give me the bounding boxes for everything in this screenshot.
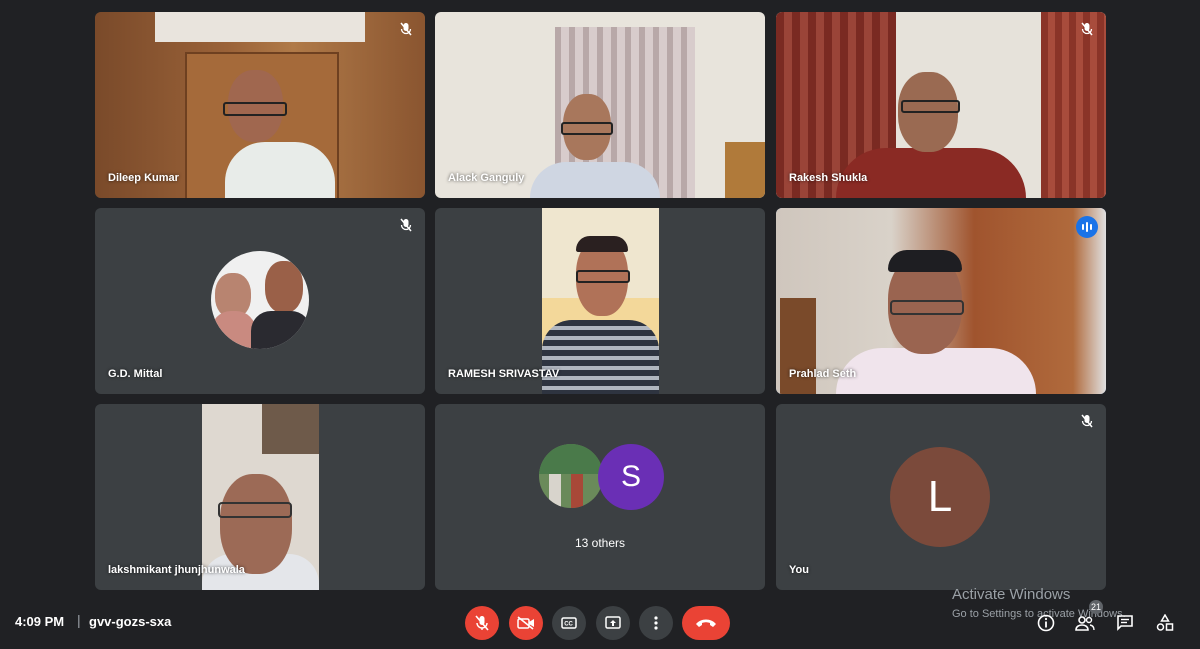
end-call-icon (696, 619, 716, 627)
video-feed (542, 208, 659, 394)
video-feed (202, 404, 319, 590)
video-feed (95, 12, 425, 198)
video-feed (776, 208, 1106, 394)
participant-photo (539, 444, 603, 508)
avatar-l: L (890, 447, 990, 547)
participant-tile-ramesh-srivastav[interactable]: RAMESH SRIVASTAV (435, 208, 765, 394)
video-feed (435, 12, 765, 198)
video-feed (776, 12, 1106, 198)
mic-off-icon (1078, 20, 1096, 38)
captions-icon: CC (561, 617, 577, 629)
activities-icon (1156, 614, 1174, 631)
camera-off-icon (517, 616, 534, 630)
participant-name: You (789, 564, 809, 576)
participant-tile-you[interactable]: L You (776, 404, 1106, 590)
meeting-details-button[interactable] (1035, 612, 1057, 634)
camera-toggle-button[interactable] (509, 606, 543, 640)
participant-tile-gd-mittal[interactable]: G.D. Mittal (95, 208, 425, 394)
end-call-button[interactable] (682, 606, 730, 640)
participant-count-badge: 21 (1089, 600, 1103, 614)
participant-name: lakshmikant jhunjhunwala (108, 564, 245, 576)
participant-tile-others[interactable]: S 13 others (435, 404, 765, 590)
meeting-time: 4:09 PM (15, 614, 65, 629)
mic-off-icon (1078, 412, 1096, 430)
more-options-icon (654, 616, 658, 630)
participant-name: Rakesh Shukla (789, 172, 868, 184)
others-count-label: 13 others (574, 536, 626, 550)
meeting-code: gvv-gozs-sxa (89, 614, 172, 629)
participant-photo (211, 251, 309, 349)
participant-tile-lakshmikant-jhunjhunwala[interactable]: lakshmikant jhunjhunwala (95, 404, 425, 590)
chat-button[interactable] (1114, 612, 1136, 634)
avatar-letter: S (620, 460, 641, 493)
mic-off-icon (397, 216, 415, 234)
captions-button[interactable]: CC (552, 606, 586, 640)
speaking-indicator-icon (1076, 216, 1098, 238)
participant-name: RAMESH SRIVASTAV (448, 368, 560, 380)
present-button[interactable] (596, 606, 630, 640)
activities-button[interactable] (1154, 612, 1176, 634)
avatar-s: S (598, 444, 664, 510)
participant-tile-prahlad-seth[interactable]: Prahlad Seth (776, 208, 1106, 394)
activate-windows-title: Activate Windows (952, 586, 1071, 603)
mic-off-icon (475, 615, 489, 631)
participant-tile-rakesh-shukla[interactable]: Rakesh Shukla (776, 12, 1106, 198)
more-options-button[interactable] (639, 606, 673, 640)
participant-name: G.D. Mittal (108, 368, 163, 380)
people-button[interactable] (1074, 612, 1096, 634)
people-icon (1075, 616, 1095, 631)
participant-tile-dileep-kumar[interactable]: Dileep Kumar (95, 12, 425, 198)
separator: | (77, 612, 81, 628)
participant-name: Prahlad Seth (789, 368, 857, 380)
mic-off-icon (397, 20, 415, 38)
svg-text:CC: CC (564, 622, 573, 628)
info-icon (1037, 614, 1055, 632)
avatar-letter: L (927, 472, 953, 521)
participant-name: Alack Ganguly (448, 172, 525, 184)
present-icon (605, 616, 621, 629)
chat-icon (1117, 615, 1133, 631)
mic-toggle-button[interactable] (465, 606, 499, 640)
participant-name: Dileep Kumar (108, 172, 179, 184)
participant-tile-alack-ganguly[interactable]: Alack Ganguly (435, 12, 765, 198)
